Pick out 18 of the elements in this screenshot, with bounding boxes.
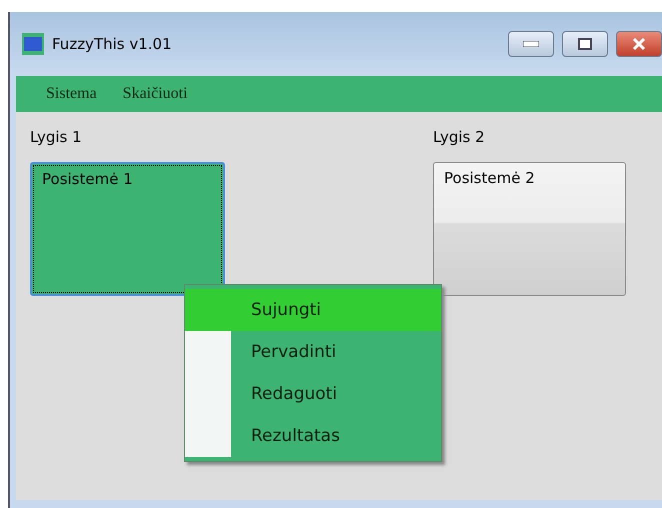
close-button[interactable] bbox=[616, 31, 662, 57]
menu-item[interactable]: Skaičiuoti bbox=[122, 85, 188, 103]
subsystem-button[interactable]: Posistemė 1 bbox=[30, 162, 225, 296]
maximize-button[interactable] bbox=[562, 31, 608, 57]
context-menu-item[interactable]: Sujungti bbox=[185, 289, 441, 331]
context-menu-item[interactable]: Rezultatas bbox=[185, 415, 441, 457]
context-menu-item[interactable]: Redaguoti bbox=[185, 373, 441, 415]
app-logo-icon bbox=[22, 33, 44, 55]
level-label: Lygis 1 bbox=[30, 128, 83, 146]
window-title: FuzzyThis v1.01 bbox=[52, 35, 173, 53]
subsystem-button[interactable]: Posistemė 2 bbox=[433, 162, 626, 296]
menu-item[interactable]: Sistema bbox=[46, 85, 97, 103]
minimize-icon bbox=[523, 41, 539, 47]
level-label: Lygis 2 bbox=[433, 128, 486, 146]
maximize-icon bbox=[578, 38, 592, 50]
minimize-button[interactable] bbox=[508, 31, 554, 57]
close-icon bbox=[632, 38, 646, 50]
context-menu-item[interactable]: Pervadinti bbox=[185, 331, 441, 373]
